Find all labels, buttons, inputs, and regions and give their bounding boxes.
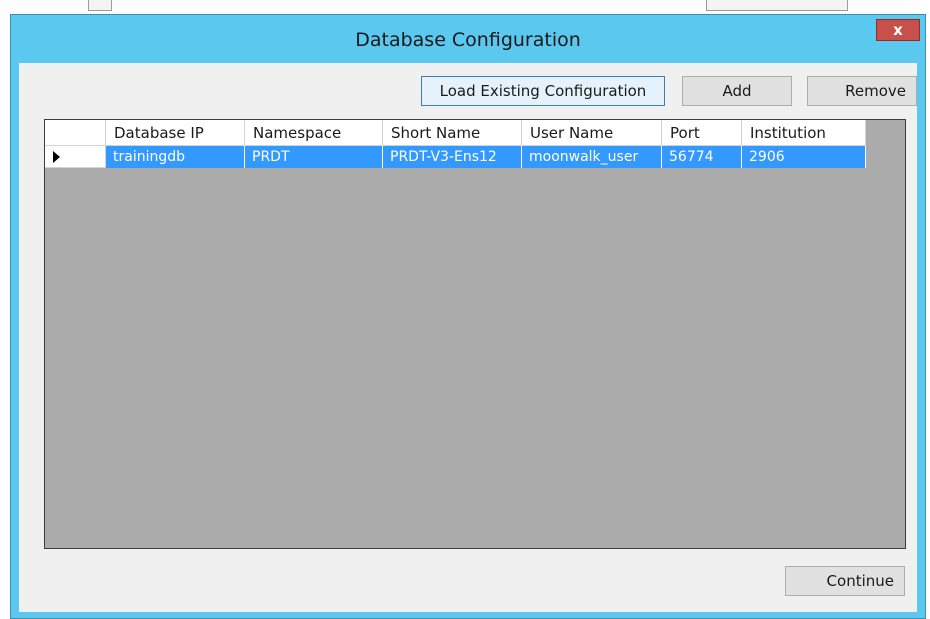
background-window-edge (88, 0, 112, 11)
close-icon: x (893, 21, 903, 39)
background-window-strip (0, 0, 930, 14)
background-window-controls (706, 0, 848, 11)
remove-label: Remove (845, 82, 906, 100)
add-label: Add (722, 82, 752, 100)
dialog-client-area: Load Existing Configuration Add Remove D… (19, 63, 917, 612)
table-row[interactable]: trainingdb PRDT PRDT-V3-Ens12 moonwalk_u… (45, 146, 866, 168)
window-title: Database Configuration (355, 29, 581, 51)
column-header-database-ip[interactable]: Database IP (106, 120, 245, 146)
cell-database-ip[interactable]: trainingdb (106, 146, 245, 168)
column-header-user-name[interactable]: User Name (522, 120, 662, 146)
title-bar: Database Configuration x (11, 15, 925, 63)
cell-user-name[interactable]: moonwalk_user (522, 146, 662, 168)
continue-button[interactable]: Continue (785, 566, 905, 596)
load-existing-configuration-label: Load Existing Configuration (439, 82, 647, 100)
row-header-cell[interactable] (45, 146, 106, 168)
configuration-grid[interactable]: Database IP Namespace Short Name User Na… (44, 119, 906, 549)
row-header-corner (45, 120, 106, 146)
load-existing-configuration-button[interactable]: Load Existing Configuration (421, 76, 665, 106)
grid-header-row: Database IP Namespace Short Name User Na… (45, 120, 866, 146)
column-header-namespace[interactable]: Namespace (245, 120, 383, 146)
database-configuration-dialog: Database Configuration x Load Existing C… (10, 14, 926, 619)
add-button[interactable]: Add (682, 76, 792, 106)
column-header-port[interactable]: Port (662, 120, 742, 146)
cell-port[interactable]: 56774 (662, 146, 742, 168)
current-row-arrow-icon (53, 150, 60, 163)
close-button[interactable]: x (876, 19, 920, 41)
remove-button[interactable]: Remove (807, 76, 917, 106)
column-header-short-name[interactable]: Short Name (383, 120, 522, 146)
continue-label: Continue (826, 572, 894, 590)
cell-short-name[interactable]: PRDT-V3-Ens12 (383, 146, 522, 168)
cell-namespace[interactable]: PRDT (245, 146, 383, 168)
cell-institution[interactable]: 2906 (742, 146, 866, 168)
column-header-institution[interactable]: Institution (742, 120, 866, 146)
